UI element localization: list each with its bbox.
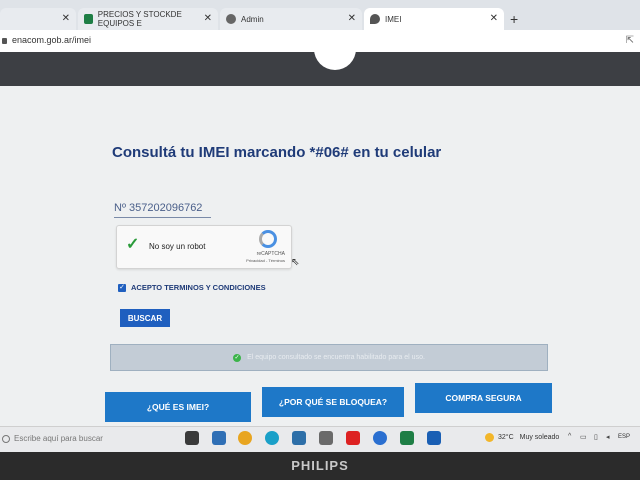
enacom-icon [370, 14, 380, 24]
weather-widget[interactable]: 32°C Muy soleado [485, 433, 559, 442]
chevron-up-icon[interactable]: ^ [568, 433, 571, 440]
url-text[interactable]: enacom.gob.ar/imei [12, 35, 91, 45]
monitor-brand-logo: PHILIPS [291, 458, 349, 473]
tab-imei[interactable]: IMEI ✕ [364, 8, 504, 30]
share-icon[interactable]: ⇱ [626, 35, 634, 46]
what-is-imei-button[interactable]: ¿QUÉ ES IMEI? [105, 392, 251, 422]
recaptcha-links[interactable]: Privacidad - Términos [246, 258, 285, 263]
lock-icon [2, 38, 7, 44]
checkmark-icon[interactable]: ✓ [126, 234, 139, 254]
tab-label: IMEI [385, 14, 402, 24]
recaptcha-widget[interactable]: ✓ No soy un robot reCAPTCHA Privacidad -… [116, 225, 292, 269]
tab-label: PRECIOS Y STOCKDE EQUIPOS E [97, 10, 182, 28]
recaptcha-label: No soy un robot [149, 242, 206, 251]
close-icon[interactable]: ✕ [348, 13, 356, 24]
mail-icon[interactable] [319, 431, 333, 445]
media-icon[interactable] [346, 431, 360, 445]
task-view-icon[interactable] [185, 431, 199, 445]
close-icon[interactable]: ✕ [62, 13, 70, 24]
recaptcha-logo-icon [259, 230, 277, 248]
taskbar: Escribe aquí para buscar 32°C Muy solead… [0, 426, 640, 452]
taskbar-search-placeholder[interactable]: Escribe aquí para buscar [14, 434, 103, 443]
excel-icon[interactable] [400, 431, 414, 445]
file-explorer-icon[interactable] [212, 431, 226, 445]
globe-icon [226, 14, 236, 24]
safe-buy-button[interactable]: COMPRA SEGURA [415, 383, 552, 413]
mouse-cursor-icon: ⇖ [291, 257, 300, 268]
tab-bar: ✕ PRECIOS Y STOCKDE EQUIPOS E ✕ Admin ✕ … [0, 0, 640, 30]
new-tab-button[interactable]: + [510, 11, 518, 27]
tab-previous[interactable]: ✕ [0, 8, 76, 30]
tab-label: Admin [241, 14, 264, 24]
volume-icon[interactable]: ◂ [606, 433, 610, 441]
terms-checkbox-row[interactable]: ✓ ACEPTO TERMINOS Y CONDICIONES [118, 283, 266, 292]
terms-label: ACEPTO TERMINOS Y CONDICIONES [131, 283, 266, 292]
close-icon[interactable]: ✕ [204, 13, 212, 24]
spreadsheet-icon [84, 14, 93, 24]
language-indicator[interactable]: ESP [618, 434, 630, 440]
imei-input[interactable]: Nº 357202096762 [114, 199, 211, 218]
why-blocked-button[interactable]: ¿POR QUÉ SE BLOQUEA? [262, 387, 404, 417]
recaptcha-brand: reCAPTCHA [256, 251, 285, 257]
sun-icon [485, 433, 494, 442]
chrome-icon[interactable] [238, 431, 252, 445]
taskbar-search[interactable]: Escribe aquí para buscar [0, 434, 103, 443]
weather-desc: Muy soleado [519, 434, 560, 441]
edge-icon[interactable] [265, 431, 279, 445]
search-icon [2, 434, 10, 443]
page-title: Consultá tu IMEI marcando *#06# en tu ce… [112, 144, 442, 161]
tab-admin[interactable]: Admin ✕ [220, 8, 362, 30]
browser-icon[interactable] [373, 431, 387, 445]
screen: ✕ PRECIOS Y STOCKDE EQUIPOS E ✕ Admin ✕ … [0, 0, 640, 452]
battery-icon[interactable]: ▯ [594, 433, 598, 441]
word-icon[interactable] [427, 431, 441, 445]
result-message: El equipo consultado se encuentra habili… [247, 354, 425, 361]
success-icon: ✓ [233, 353, 242, 362]
search-button[interactable]: BUSCAR [120, 309, 170, 327]
close-icon[interactable]: ✕ [490, 13, 498, 24]
tab-precios[interactable]: PRECIOS Y STOCKDE EQUIPOS E ✕ [78, 8, 218, 30]
terms-checkbox[interactable]: ✓ [118, 283, 126, 292]
app-icon[interactable] [292, 431, 306, 445]
result-alert: ✓ El equipo consultado se encuentra habi… [110, 344, 548, 371]
network-icon[interactable]: ▭ [580, 433, 587, 441]
weather-temp: 32°C [498, 434, 514, 441]
